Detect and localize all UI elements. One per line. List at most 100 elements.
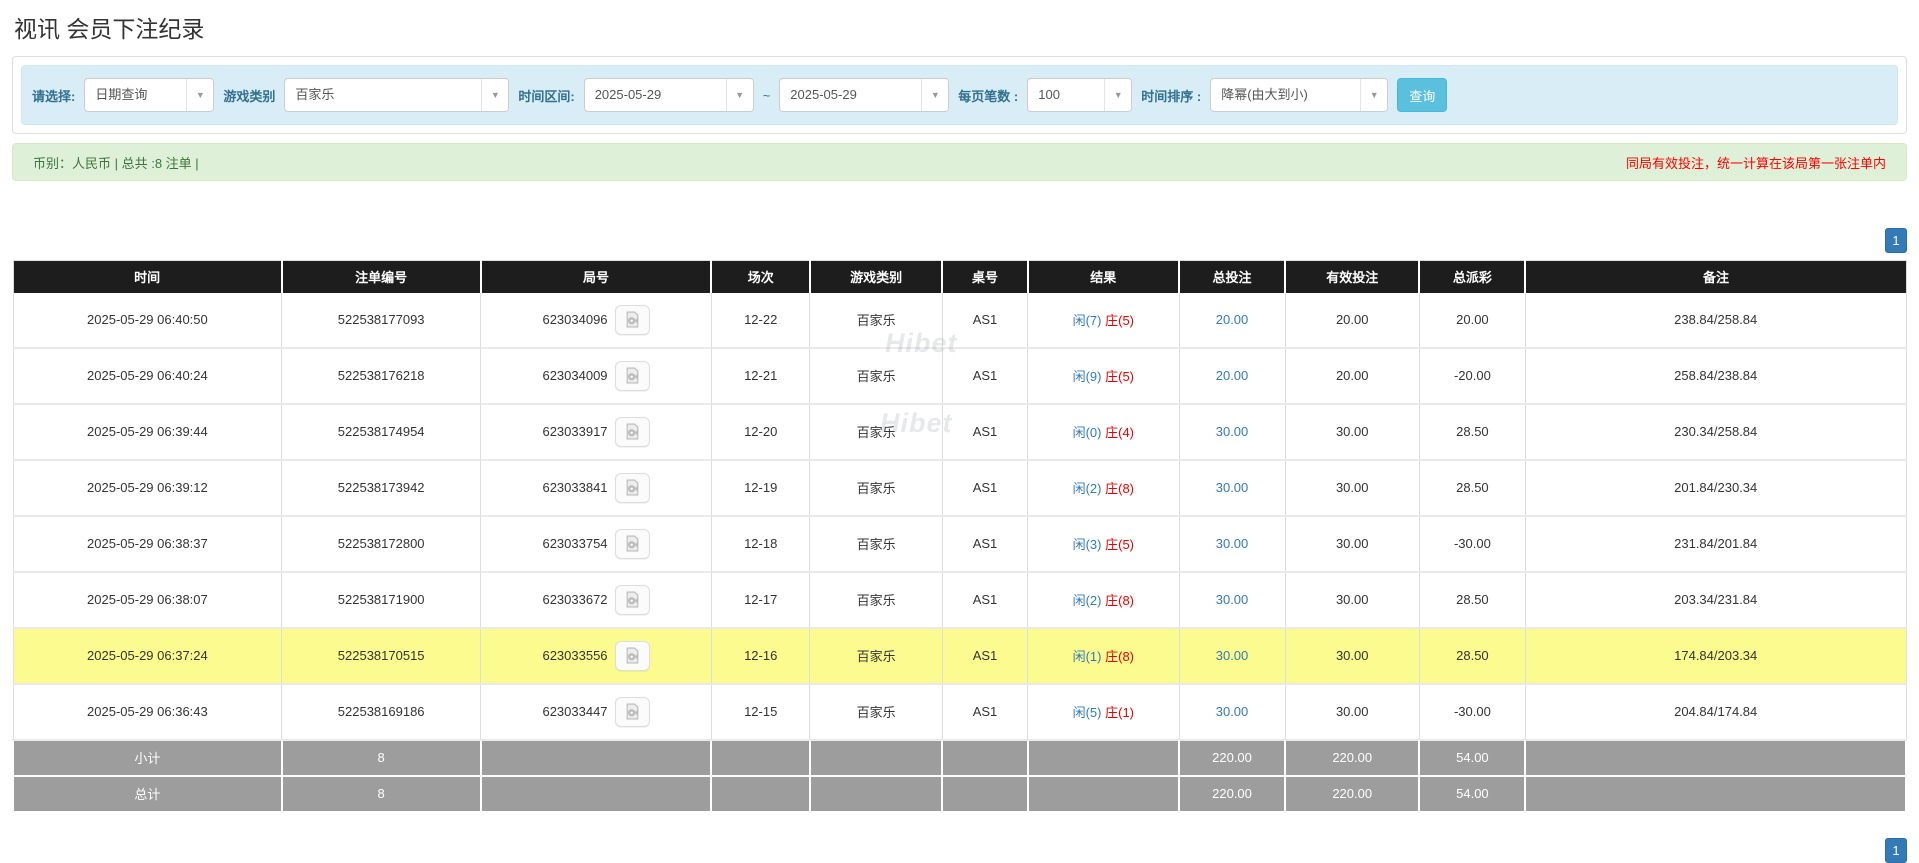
header-remark: 备注	[1525, 261, 1906, 293]
bet-id-cell: 522538174954	[282, 404, 481, 460]
total-valid-bet: 220.00	[1285, 776, 1419, 812]
total-row: 总计 8 220.00 220.00 54.00	[13, 776, 1906, 812]
round-id: 623033917	[542, 424, 607, 439]
total-bet-link[interactable]: 30.00	[1216, 648, 1249, 663]
total-total-bet: 220.00	[1179, 776, 1285, 812]
chevron-down-icon: ▼	[1360, 79, 1387, 111]
game-cell: 百家乐	[810, 516, 943, 572]
video-record-button[interactable]	[615, 641, 650, 671]
valid-bet-cell: 30.00	[1285, 460, 1419, 516]
subtotal-label: 小计	[13, 740, 282, 776]
bet-id-cell: 522538171900	[282, 572, 481, 628]
total-bet-link[interactable]: 30.00	[1216, 592, 1249, 607]
payout-cell: 28.50	[1419, 460, 1525, 516]
game-cell: 百家乐	[810, 572, 943, 628]
result-cell: 闲(0) 庄(4)	[1028, 404, 1179, 460]
result-cell: 闲(2) 庄(8)	[1028, 572, 1179, 628]
video-record-icon	[624, 591, 641, 608]
banker-result: 庄(8)	[1105, 649, 1134, 664]
video-record-icon	[624, 703, 641, 720]
table-row: 2025-05-29 06:40:24 522538176218 6230340…	[13, 348, 1906, 404]
banker-result: 庄(5)	[1105, 537, 1134, 552]
game-cell: 百家乐	[810, 404, 943, 460]
video-record-icon	[624, 479, 641, 496]
valid-bet-cell: 20.00	[1285, 348, 1419, 404]
subtotal-payout: 54.00	[1419, 740, 1525, 776]
round-id-cell: 623033556	[481, 628, 712, 684]
per-page-select[interactable]: 100 ▼	[1027, 78, 1132, 112]
payout-cell: 28.50	[1419, 628, 1525, 684]
header-total-bet: 总投注	[1179, 261, 1285, 293]
round-id: 623033841	[542, 480, 607, 495]
remark-cell: 238.84/258.84	[1525, 293, 1906, 348]
bet-id-cell: 522538176218	[282, 348, 481, 404]
chevron-down-icon: ▼	[481, 79, 508, 111]
valid-bet-cell: 30.00	[1285, 684, 1419, 740]
time-cell: 2025-05-29 06:37:24	[13, 628, 282, 684]
chevron-down-icon: ▼	[186, 79, 213, 111]
table-row: 2025-05-29 06:39:44 522538174954 6230339…	[13, 404, 1906, 460]
header-game-type: 游戏类别	[810, 261, 943, 293]
game-type-select[interactable]: 百家乐 ▼	[284, 78, 509, 112]
round-id-cell: 623033841	[481, 460, 712, 516]
video-record-icon	[624, 423, 641, 440]
video-record-button[interactable]	[615, 473, 650, 503]
total-bet-link[interactable]: 30.00	[1216, 480, 1249, 495]
round-id: 623033754	[542, 536, 607, 551]
game-cell: 百家乐	[810, 628, 943, 684]
pagination-top: 1	[12, 228, 1907, 253]
chevron-down-icon: ▼	[726, 79, 753, 111]
video-record-button[interactable]	[615, 417, 650, 447]
video-record-button[interactable]	[615, 585, 650, 615]
session-cell: 12-18	[711, 516, 809, 572]
search-button[interactable]: 查询	[1397, 78, 1447, 112]
table-no-cell: AS1	[942, 293, 1027, 348]
table-row: 2025-05-29 06:36:43 522538169186 6230334…	[13, 684, 1906, 740]
date-to-select[interactable]: 2025-05-29 ▼	[779, 78, 949, 112]
table-no-cell: AS1	[942, 516, 1027, 572]
total-bet-cell: 30.00	[1179, 572, 1285, 628]
header-round-id: 局号	[481, 261, 712, 293]
result-cell: 闲(7) 庄(5)	[1028, 293, 1179, 348]
filter-panel: 请选择: 日期查询 ▼ 游戏类别 百家乐 ▼ 时间区间: 2025-05-29 …	[12, 56, 1907, 134]
game-type-value: 百家乐	[285, 79, 481, 111]
session-cell: 12-22	[711, 293, 809, 348]
time-cell: 2025-05-29 06:40:24	[13, 348, 282, 404]
time-cell: 2025-05-29 06:39:12	[13, 460, 282, 516]
valid-bet-note: 同局有效投注，统一计算在该局第一张注单内	[1626, 153, 1886, 172]
total-bet-link[interactable]: 20.00	[1216, 368, 1249, 383]
valid-bet-cell: 20.00	[1285, 293, 1419, 348]
table-no-cell: AS1	[942, 684, 1027, 740]
game-type-label: 游戏类别	[223, 86, 275, 105]
table-no-cell: AS1	[942, 572, 1027, 628]
video-record-button[interactable]	[615, 697, 650, 727]
time-sort-label: 时间排序 :	[1141, 86, 1201, 105]
bet-id-cell: 522538172800	[282, 516, 481, 572]
total-bet-cell: 30.00	[1179, 460, 1285, 516]
total-bet-link[interactable]: 30.00	[1216, 704, 1249, 719]
time-sort-select[interactable]: 降幂(由大到小) ▼	[1210, 78, 1388, 112]
total-bet-link[interactable]: 30.00	[1216, 536, 1249, 551]
total-bet-link[interactable]: 20.00	[1216, 312, 1249, 327]
bet-id-cell: 522538177093	[282, 293, 481, 348]
date-from-select[interactable]: 2025-05-29 ▼	[584, 78, 754, 112]
payout-cell: -30.00	[1419, 516, 1525, 572]
total-bet-link[interactable]: 30.00	[1216, 424, 1249, 439]
remark-cell: 230.34/258.84	[1525, 404, 1906, 460]
round-id: 623033672	[542, 592, 607, 607]
page-1-button[interactable]: 1	[1885, 838, 1907, 863]
video-record-button[interactable]	[615, 361, 650, 391]
bet-id-cell: 522538169186	[282, 684, 481, 740]
video-record-button[interactable]	[615, 305, 650, 335]
video-record-button[interactable]	[615, 529, 650, 559]
remark-cell: 231.84/201.84	[1525, 516, 1906, 572]
info-bar: 币别：人民币 | 总共 :8 注单 | 同局有效投注，统一计算在该局第一张注单内	[12, 143, 1907, 181]
total-count: 8	[282, 776, 481, 812]
player-result: 闲(5)	[1073, 705, 1102, 720]
query-type-select[interactable]: 日期查询 ▼	[84, 78, 214, 112]
query-type-value: 日期查询	[85, 79, 186, 111]
valid-bet-cell: 30.00	[1285, 572, 1419, 628]
page-1-button[interactable]: 1	[1885, 228, 1907, 253]
time-cell: 2025-05-29 06:39:44	[13, 404, 282, 460]
page-title: 视讯 会员下注纪录	[14, 10, 1905, 44]
